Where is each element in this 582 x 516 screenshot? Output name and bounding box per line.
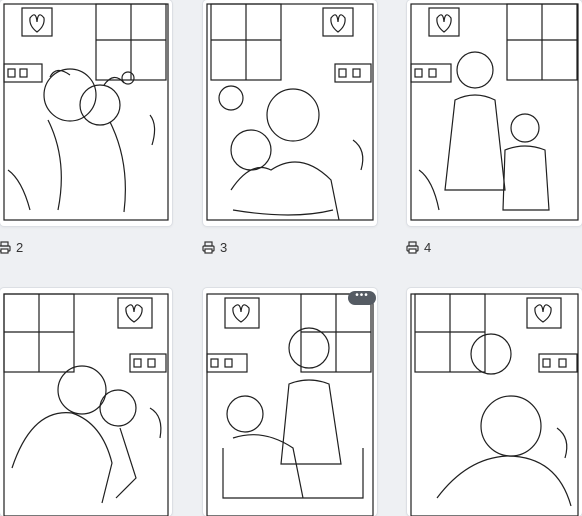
coloring-page-illustration	[410, 293, 579, 516]
coloring-page-illustration	[3, 293, 169, 516]
page-label-4: 4	[406, 239, 431, 255]
coloring-page-card-6[interactable]: •••	[203, 288, 377, 516]
printer-icon	[0, 240, 11, 254]
coloring-page-illustration	[206, 293, 374, 516]
coloring-page-card-4[interactable]	[407, 0, 582, 226]
coloring-page-illustration	[410, 3, 579, 221]
page-number: 2	[16, 239, 24, 255]
page-label-3: 3	[202, 239, 227, 255]
coloring-page-card-3[interactable]	[203, 0, 377, 226]
coloring-page-card-7[interactable]	[407, 288, 582, 516]
coloring-page-card-2[interactable]	[0, 0, 172, 226]
page-number: 3	[220, 239, 228, 255]
more-options-button[interactable]: •••	[348, 291, 376, 305]
printer-icon	[202, 240, 215, 254]
printer-icon	[406, 240, 419, 254]
page-label-2: 2	[0, 239, 23, 255]
ellipsis-icon: •••	[355, 290, 369, 301]
coloring-page-illustration	[3, 3, 169, 221]
page-number: 4	[424, 239, 432, 255]
coloring-page-card-5[interactable]	[0, 288, 172, 516]
coloring-page-illustration	[206, 3, 374, 221]
